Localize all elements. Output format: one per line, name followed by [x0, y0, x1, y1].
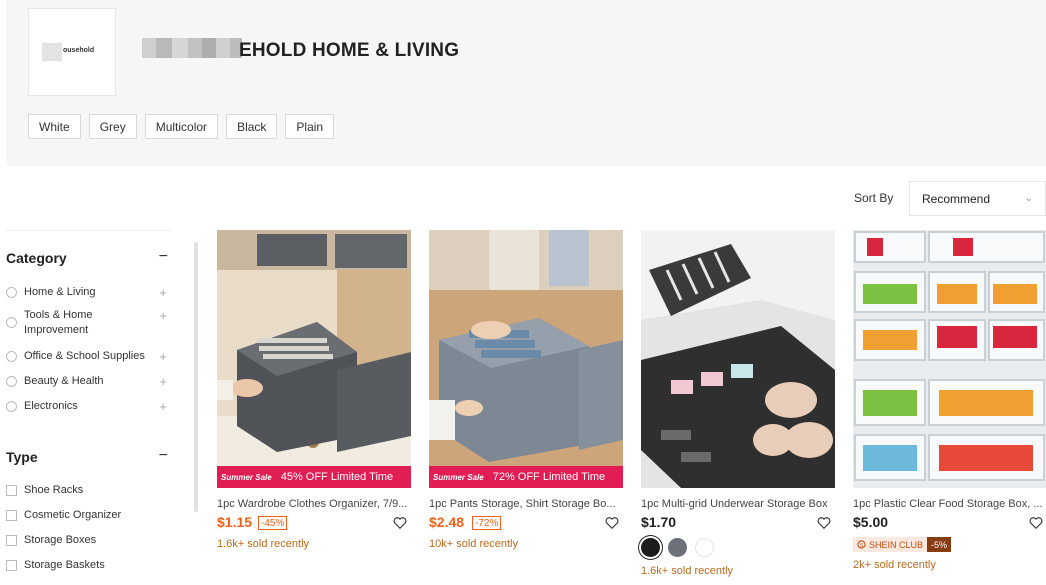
category-collapse-icon[interactable]: − [159, 248, 168, 266]
store-tags: White Grey Multicolor Black Plain [28, 114, 335, 139]
tag-black[interactable]: Black [226, 114, 278, 139]
radio-icon[interactable] [6, 287, 17, 298]
product-price: $2.48 [429, 514, 465, 530]
product-image[interactable] [641, 230, 835, 488]
club-icon: S [857, 540, 866, 549]
store-header: ousehold EHOLD HOME & LIVING White Grey … [6, 0, 1046, 166]
checkbox-icon[interactable] [6, 535, 17, 546]
promo-tag: Summer Sale [221, 472, 272, 482]
category-title: Category [6, 250, 67, 266]
type-label: Storage Baskets [24, 559, 105, 571]
type-label: Cosmetic Organizer [24, 509, 122, 521]
checkbox-icon[interactable] [6, 510, 17, 521]
tag-grey[interactable]: Grey [88, 114, 137, 139]
promo-tag: Summer Sale [433, 472, 484, 482]
tag-multicolor[interactable]: Multicolor [144, 114, 219, 139]
product-title[interactable]: 1pc Wardrobe Clothes Organizer, 7/9... [217, 498, 411, 510]
sold-count: 1.6k+ sold recently [641, 565, 734, 577]
category-item-home-living[interactable]: Home & Living + [6, 285, 172, 300]
chevron-down-icon: ⌄ [1024, 193, 1033, 204]
type-title: Type [6, 449, 38, 465]
promo-banner: Summer Sale 72% OFF Limited Time [429, 466, 623, 488]
tag-white[interactable]: White [28, 114, 81, 139]
swatch-grey[interactable] [668, 538, 687, 557]
product-image[interactable]: Summer Sale 45% OFF Limited Time [217, 230, 411, 488]
store-logo[interactable]: ousehold [28, 8, 116, 96]
heart-icon[interactable] [1029, 516, 1043, 530]
heart-icon[interactable] [817, 516, 831, 530]
heart-icon[interactable] [605, 516, 619, 530]
discount-badge: -45% [258, 516, 288, 530]
promo-banner: Summer Sale 45% OFF Limited Time [217, 466, 411, 488]
sold-count: 2k+ sold recently [853, 559, 936, 571]
sidebar-divider [6, 230, 171, 231]
tag-plain[interactable]: Plain [285, 114, 335, 139]
store-name: EHOLD HOME & LIVING [239, 40, 460, 61]
radio-icon[interactable] [6, 376, 17, 387]
club-discount: -5% [927, 537, 952, 552]
expand-icon[interactable]: + [159, 285, 167, 300]
sidebar-scrollbar[interactable] [194, 242, 198, 512]
sold-count: 10k+ sold recently [429, 538, 518, 550]
product-price: $5.00 [853, 514, 889, 530]
type-collapse-icon[interactable]: − [159, 447, 168, 465]
product-title[interactable]: 1pc Multi-grid Underwear Storage Box [641, 498, 835, 510]
expand-icon[interactable]: + [159, 374, 167, 389]
product-title[interactable]: 1pc Pants Storage, Shirt Storage Bo... [429, 498, 623, 510]
radio-icon[interactable] [6, 317, 17, 328]
sold-count: 1.6k+ sold recently [217, 538, 310, 550]
sort-value: Recommend [922, 191, 991, 206]
heart-icon[interactable] [393, 516, 407, 530]
logo-mark [42, 43, 62, 61]
category-label: Office & School Supplies [24, 350, 145, 362]
sort-label: Sort By [854, 191, 894, 205]
expand-icon[interactable]: + [159, 349, 167, 364]
category-item-tools[interactable]: Tools & Home Improvement + [6, 308, 172, 338]
logo-text: ousehold [63, 47, 95, 54]
swatch-white[interactable] [695, 538, 714, 557]
product-image[interactable] [853, 230, 1046, 488]
svg-text:S: S [860, 543, 864, 549]
type-label: Shoe Racks [24, 484, 84, 496]
checkbox-icon[interactable] [6, 560, 17, 571]
product-price: $1.15 [217, 514, 253, 530]
expand-icon[interactable]: + [159, 399, 167, 414]
radio-icon[interactable] [6, 351, 17, 362]
category-label: Tools & Home Improvement [24, 309, 93, 336]
expand-icon[interactable]: + [159, 308, 167, 323]
product-title[interactable]: 1pc Plastic Clear Food Storage Box, ... [853, 498, 1046, 510]
product-image[interactable]: Summer Sale 72% OFF Limited Time [429, 230, 623, 488]
club-label-text: SHEIN CLUB [869, 539, 924, 550]
sort-dropdown[interactable]: Recommend ⌄ [909, 181, 1046, 216]
category-item-office[interactable]: Office & School Supplies + [6, 349, 172, 364]
checkbox-icon[interactable] [6, 485, 17, 496]
category-label: Beauty & Health [24, 375, 104, 387]
swatch-black[interactable] [641, 538, 660, 557]
store-name-redacted [142, 38, 242, 58]
category-label: Electronics [24, 400, 78, 412]
category-label: Home & Living [24, 286, 96, 298]
color-swatches [641, 538, 714, 557]
promo-text: 72% OFF Limited Time [492, 471, 606, 483]
category-item-beauty[interactable]: Beauty & Health + [6, 374, 172, 389]
discount-badge: -72% [472, 516, 502, 530]
shein-club-badge: S SHEIN CLUB -5% [853, 537, 952, 552]
promo-text: 45% OFF Limited Time [280, 471, 394, 483]
radio-icon[interactable] [6, 401, 17, 412]
club-label: S SHEIN CLUB [853, 537, 928, 552]
product-price: $1.70 [641, 514, 677, 530]
type-label: Storage Boxes [24, 534, 97, 546]
category-item-electronics[interactable]: Electronics + [6, 399, 172, 414]
